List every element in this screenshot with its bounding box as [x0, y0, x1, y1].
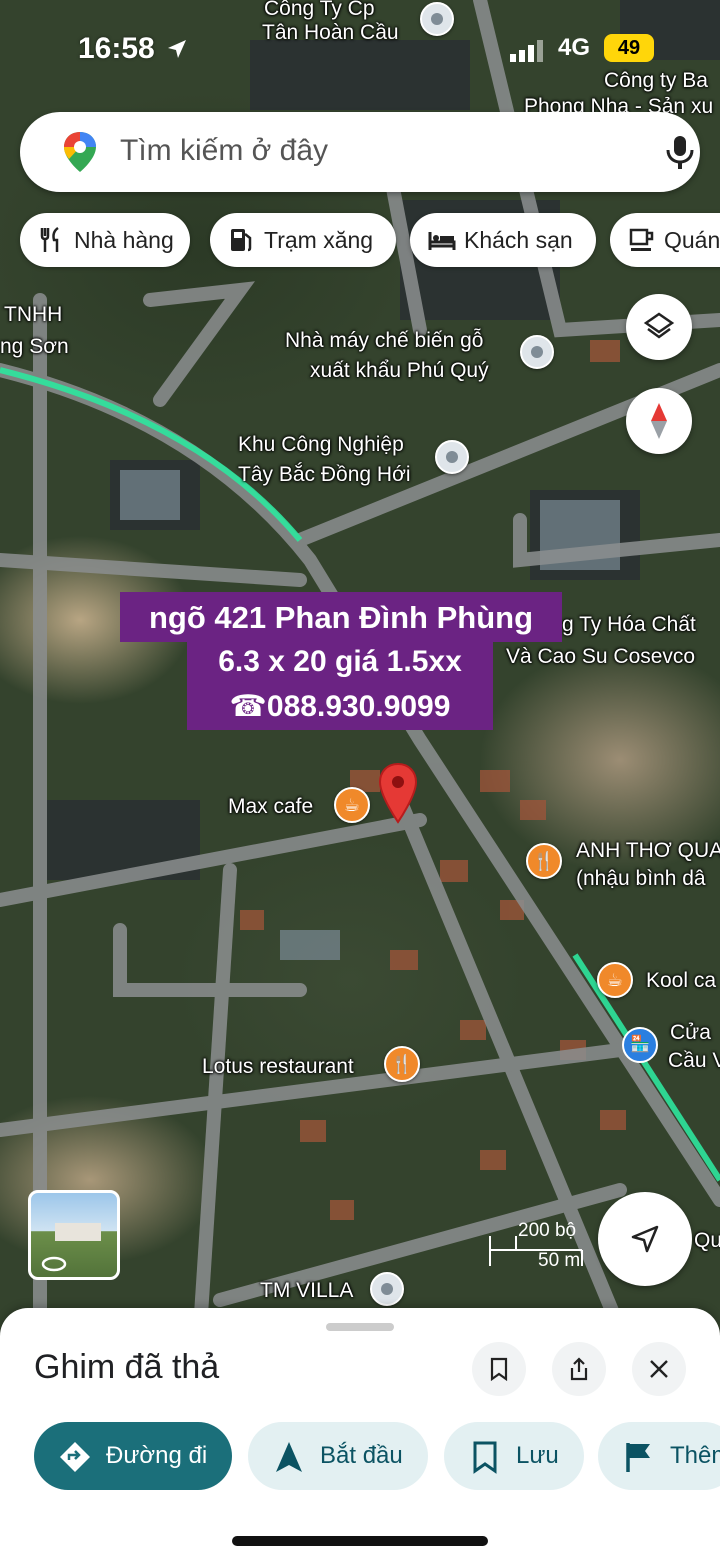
start-button[interactable]: Bắt đầu — [248, 1422, 428, 1490]
chip-label: Khách sạn — [464, 227, 573, 253]
restaurant-icon[interactable]: 🍴 — [384, 1046, 420, 1082]
save-button[interactable] — [472, 1342, 526, 1396]
navigation-arrow-icon — [276, 1442, 302, 1472]
chip-hotels[interactable]: Khách sạn — [410, 213, 596, 267]
directions-button[interactable]: Đường đi — [34, 1422, 232, 1490]
close-button[interactable] — [632, 1342, 686, 1396]
sheet-drag-handle[interactable] — [326, 1323, 394, 1331]
flag-icon — [626, 1443, 650, 1472]
map-label[interactable]: TNHH — [4, 302, 62, 328]
map-label[interactable]: Lotus restaurant — [202, 1054, 354, 1080]
microphone-icon[interactable] — [660, 132, 700, 172]
bottom-sheet[interactable]: Ghim đã thả Đường đi Bắt đầu Lưu Thê — [0, 1308, 720, 1560]
chip-label: Quán — [664, 227, 720, 253]
street-view-thumbnail[interactable] — [28, 1190, 120, 1280]
sheet-title: Ghim đã thả — [34, 1348, 220, 1386]
map-label[interactable]: Cửa — [670, 1020, 711, 1046]
place-pin-icon[interactable] — [435, 440, 469, 474]
home-indicator — [232, 1536, 488, 1546]
action-label: Lưu — [516, 1442, 559, 1469]
navigation-arrow-icon — [631, 1225, 659, 1253]
map-label[interactable]: TM VILLA — [260, 1278, 353, 1304]
restaurant-icon — [40, 226, 59, 252]
map-label[interactable]: Kool ca — [646, 968, 716, 994]
compass-icon — [651, 403, 667, 439]
dropped-pin-icon[interactable] — [378, 762, 418, 824]
search-input[interactable]: Tìm kiếm ở đây — [120, 134, 328, 168]
scale-metric: 50 m — [538, 1250, 581, 1271]
action-label: Thêm — [670, 1442, 720, 1469]
cafe-icon[interactable]: ☕ — [334, 787, 370, 823]
place-pin-icon[interactable] — [370, 1272, 404, 1306]
map-label[interactable]: Qu — [694, 1228, 720, 1254]
chip-coffee[interactable]: Quán — [610, 213, 720, 267]
cafe-icon[interactable]: ☕ — [597, 962, 633, 998]
save-action-button[interactable]: Lưu — [444, 1422, 584, 1490]
share-icon — [570, 1357, 588, 1381]
map-label[interactable]: Tây Bắc Đồng Hới — [238, 462, 411, 488]
battery-indicator: 49 — [604, 34, 654, 62]
coffee-icon — [629, 228, 654, 251]
hotel-icon — [428, 232, 456, 250]
map-label[interactable]: g Ty Hóa Chất — [562, 612, 696, 638]
overlay-phone: ☎088.930.9099 — [187, 684, 493, 730]
status-bar: 16:58 4G 49 — [0, 30, 720, 70]
map-label[interactable]: Cầu V — [668, 1048, 720, 1074]
street-view-building — [55, 1223, 101, 1241]
store-icon[interactable]: 🏪 — [622, 1027, 658, 1063]
map-scale: 200 bộ 50 m — [488, 1220, 588, 1271]
overlay-price: 6.3 x 20 giá 1.5xx — [187, 640, 493, 686]
gas-station-icon — [231, 229, 252, 252]
chip-gas[interactable]: Trạm xăng — [210, 213, 396, 267]
directions-icon — [60, 1442, 90, 1472]
map-label[interactable]: xuất khẩu Phú Quý — [310, 358, 489, 384]
share-button[interactable] — [552, 1342, 606, 1396]
action-label: Đường đi — [106, 1442, 208, 1469]
layers-icon — [643, 312, 675, 339]
cellular-signal-icon — [510, 40, 543, 62]
map-label[interactable]: ng Sơn — [0, 334, 69, 360]
map-label[interactable]: Max cafe — [228, 794, 313, 820]
compass-button[interactable] — [626, 388, 692, 454]
bookmark-icon — [473, 1441, 497, 1474]
street-view-rotate-icon — [41, 1256, 67, 1272]
close-icon — [650, 1360, 668, 1378]
chip-label: Trạm xăng — [264, 227, 374, 253]
chip-restaurants[interactable]: Nhà hàng — [20, 213, 190, 267]
overlay-address: ngõ 421 Phan Đình Phùng — [120, 592, 562, 642]
status-time: 16:58 — [78, 32, 155, 65]
layers-button[interactable] — [626, 294, 692, 360]
more-action-button[interactable]: Thêm — [598, 1422, 720, 1490]
google-maps-logo-icon — [64, 132, 96, 172]
network-type: 4G — [558, 34, 591, 61]
map-label[interactable]: (nhậu bình dâ — [576, 866, 706, 892]
my-location-button[interactable] — [598, 1192, 692, 1286]
map-label[interactable]: Và Cao Su Cosevco — [506, 644, 695, 670]
map-label[interactable]: ANH THƠ QUA — [576, 838, 720, 864]
search-bar[interactable]: Tìm kiếm ở đây — [20, 112, 700, 192]
map-label[interactable]: Công ty Ba — [604, 68, 708, 94]
place-pin-icon[interactable] — [520, 335, 554, 369]
location-arrow-icon — [168, 40, 186, 58]
map-label[interactable]: Nhà máy chế biến gỗ — [285, 328, 483, 354]
map-label[interactable]: Khu Công Nghiệp — [238, 432, 404, 458]
bookmark-icon — [490, 1357, 508, 1381]
chip-label: Nhà hàng — [74, 227, 174, 253]
map-label[interactable]: Công Ty Cp — [264, 0, 375, 22]
restaurant-icon[interactable]: 🍴 — [526, 843, 562, 879]
action-label: Bắt đầu — [320, 1442, 403, 1469]
